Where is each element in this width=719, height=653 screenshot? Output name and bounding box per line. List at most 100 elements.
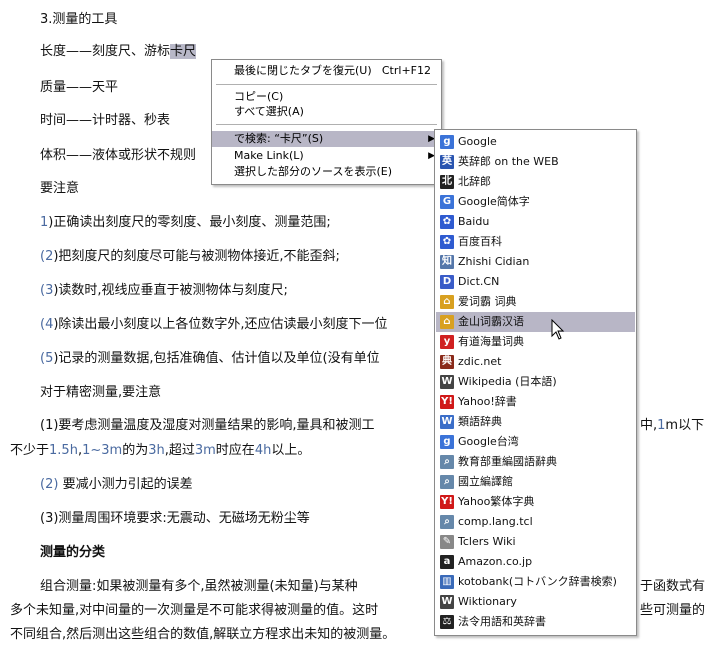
paragraph-time: 时间——计时器、秒表 — [40, 113, 171, 128]
magnifier-icon: ⌕ — [440, 515, 454, 529]
cont-text: 时应在 — [215, 443, 255, 458]
kitajiro-icon: 北 — [440, 175, 454, 189]
zhishi-icon: 知 — [440, 255, 454, 269]
google-taiwan-icon: g — [440, 435, 454, 449]
submenu-item-label: Wikipedia (日本語) — [458, 375, 557, 388]
submenu-item[interactable]: W Wiktionary — [436, 592, 635, 612]
cont-text: 不少于 — [10, 443, 50, 458]
baidu-icon: ✿ — [440, 215, 454, 229]
menu-item-copy[interactable]: コピー(C) — [212, 89, 441, 105]
item-text: )把刻度尺的刻度尽可能与被测物体接近,不能歪斜; — [53, 249, 340, 264]
paragraph-mass: 质量——天平 — [40, 80, 119, 95]
item-text: )除读出最小刻度以上各位数字外,还应估读最小刻度下一位 — [53, 317, 388, 332]
paragraph-volume: 体积——液体或形状不规则 — [40, 148, 197, 163]
submenu-item-label: 教育部重編國語辭典 — [458, 455, 557, 468]
cont-number: 1.5h — [49, 443, 78, 458]
scales-icon: ⚖ — [440, 615, 454, 629]
submenu-item-label: 類語辞典 — [458, 415, 502, 428]
submenu-item[interactable]: ⌕ 國立編譯館 — [436, 472, 635, 492]
submenu-item[interactable]: ▥ kotobank(コトバンク辞書検索) — [436, 572, 635, 592]
ruigo-icon: W — [440, 415, 454, 429]
submenu-item[interactable]: ✿ Baidu — [436, 212, 635, 232]
item-text: )读数时,视线应垂直于被测物体与刻度尺; — [53, 283, 288, 298]
item-text: )正确读出刻度尺的零刻度、最小刻度、测量范围; — [48, 215, 331, 230]
yahoo-icon: Y! — [440, 495, 454, 509]
wikipedia-icon: W — [440, 375, 454, 389]
menu-item-label: 選択した部分のソースを表示(E) — [234, 165, 392, 178]
submenu-item-label: 英辞郎 on the WEB — [458, 155, 559, 168]
submenu-item-label: 國立編譯館 — [458, 475, 513, 488]
submenu-item-label: 北辞郎 — [458, 175, 491, 188]
submenu-item[interactable]: G Google简体字 — [436, 192, 635, 212]
menu-item-label: コピー(C) — [234, 90, 284, 103]
submenu-item-label: zdic.net — [458, 355, 502, 368]
paragraph-item-1: 1)正确读出刻度尺的零刻度、最小刻度、测量范围; — [40, 215, 331, 231]
menu-item-search-with[interactable]: で検索: “卡尺”(S) ▶ — [212, 131, 441, 147]
submenu-item-label: Google台湾 — [458, 435, 519, 448]
menu-item-select-all[interactable]: すべて選択(A) — [212, 104, 441, 120]
item-number: (2 — [40, 249, 54, 264]
paragraph-item-5: (5)记录的测量数据,包括准确值、估计值以及单位(没有单位 — [40, 351, 380, 367]
yahoo-icon: Y! — [440, 395, 454, 409]
cont-text: ,超过 — [164, 443, 195, 458]
submenu-item[interactable]: ✿ 百度百科 — [436, 232, 635, 252]
heading-tools: 3.测量的工具 — [40, 12, 118, 27]
submenu-item[interactable]: g Google台湾 — [436, 432, 635, 452]
submenu-item[interactable]: Y! Yahoo繁体字典 — [436, 492, 635, 512]
menu-item-label: Make Link(L) — [234, 149, 304, 162]
submenu-item[interactable]: 北北辞郎 — [436, 172, 635, 192]
submenu-item[interactable]: 知 Zhishi Cidian — [436, 252, 635, 272]
submenu-item[interactable]: 英英辞郎 on the WEB — [436, 152, 635, 172]
paragraph-item-2: (2)把刻度尺的刻度尽可能与被测物体接近,不能歪斜; — [40, 249, 340, 265]
menu-item-restore-tab[interactable]: 最後に閉じたタブを復元(U) Ctrl+F12 — [212, 63, 441, 79]
menu-item-view-selection-source[interactable]: 選択した部分のソースを表示(E) — [212, 164, 441, 180]
submenu-item-label: Google简体字 — [458, 195, 530, 208]
submenu-item-label: Zhishi Cidian — [458, 255, 530, 268]
paragraph-length-text: 长度——刻度尺、游标 — [40, 44, 171, 59]
item-number: (4 — [40, 317, 54, 332]
paragraph-attention: 要注意 — [40, 181, 80, 196]
google-icon: g — [440, 135, 454, 149]
submenu-item[interactable]: y 有道海量词典 — [436, 332, 635, 352]
paragraph-precision-1: (1)要考虑测量温度及湿度对测量结果的影响,量具和被测工 — [40, 418, 375, 433]
paragraph-combination-tail: 于函数式有 — [640, 579, 706, 594]
context-menu: 最後に閉じたタブを復元(U) Ctrl+F12 コピー(C) すべて選択(A) … — [211, 59, 442, 185]
submenu-item[interactable]: ⌂ 金山词霸汉语 — [436, 312, 635, 332]
submenu-item[interactable]: a Amazon.co.jp — [436, 552, 635, 572]
selected-text[interactable]: 卡尺 — [170, 44, 197, 59]
submenu-item[interactable]: ⚖ 法令用語和英辞書 — [436, 612, 635, 632]
submenu-item[interactable]: ⌕ comp.lang.tcl — [436, 512, 635, 532]
submenu-item-label: 法令用語和英辞書 — [458, 615, 546, 628]
submenu-item[interactable]: ✎ Tclers Wiki — [436, 532, 635, 552]
magnifier-icon: ⌕ — [440, 475, 454, 489]
submenu-item[interactable]: Y! Yahoo!辞書 — [436, 392, 635, 412]
menu-item-label: で検索: “卡尺”(S) — [234, 132, 324, 145]
mouse-cursor-icon — [551, 319, 565, 340]
item-text: 要减小测力引起的误差 — [62, 477, 193, 492]
submenu-item-label: Yahoo!辞書 — [458, 395, 517, 408]
iciba-icon: ⌂ — [440, 295, 454, 309]
paragraph-length: 长度——刻度尺、游标卡尺 — [40, 44, 197, 60]
item-text: )记录的测量数据,包括准确值、估计值以及单位(没有单位 — [53, 351, 380, 366]
menu-item-make-link[interactable]: Make Link(L) ▶ — [212, 148, 441, 164]
menu-item-label: すべて選択(A) — [234, 105, 304, 118]
tail-text: 中, — [640, 418, 658, 433]
submenu-item[interactable]: ⌂ 爱词霸 词典 — [436, 292, 635, 312]
submenu-item[interactable]: W 類語辞典 — [436, 412, 635, 432]
cont-number: 1~3m — [82, 443, 123, 458]
submenu-item[interactable]: g Google — [436, 132, 635, 152]
submenu-item[interactable]: W Wikipedia (日本語) — [436, 372, 635, 392]
paragraph-precision-1-cont: 不少于1.5h,1~3m的为3h,超过3m时应在4h以上。 — [10, 443, 310, 459]
heading-classification: 测量的分类 — [40, 545, 106, 560]
submenu-item-label: Tclers Wiki — [458, 535, 516, 548]
menu-separator — [216, 124, 437, 125]
submenu-item-label: 有道海量词典 — [458, 335, 524, 348]
submenu-item[interactable]: 典 zdic.net — [436, 352, 635, 372]
tail-unit: m以下 — [665, 418, 705, 433]
eijiro-icon: 英 — [440, 155, 454, 169]
submenu-item[interactable]: D Dict.CN — [436, 272, 635, 292]
submenu-item[interactable]: ⌕ 教育部重編國語辭典 — [436, 452, 635, 472]
menu-item-label: 最後に閉じたタブを復元(U) — [234, 64, 372, 77]
feather-icon: ✎ — [440, 535, 454, 549]
submenu-item-label: Google — [458, 135, 497, 148]
